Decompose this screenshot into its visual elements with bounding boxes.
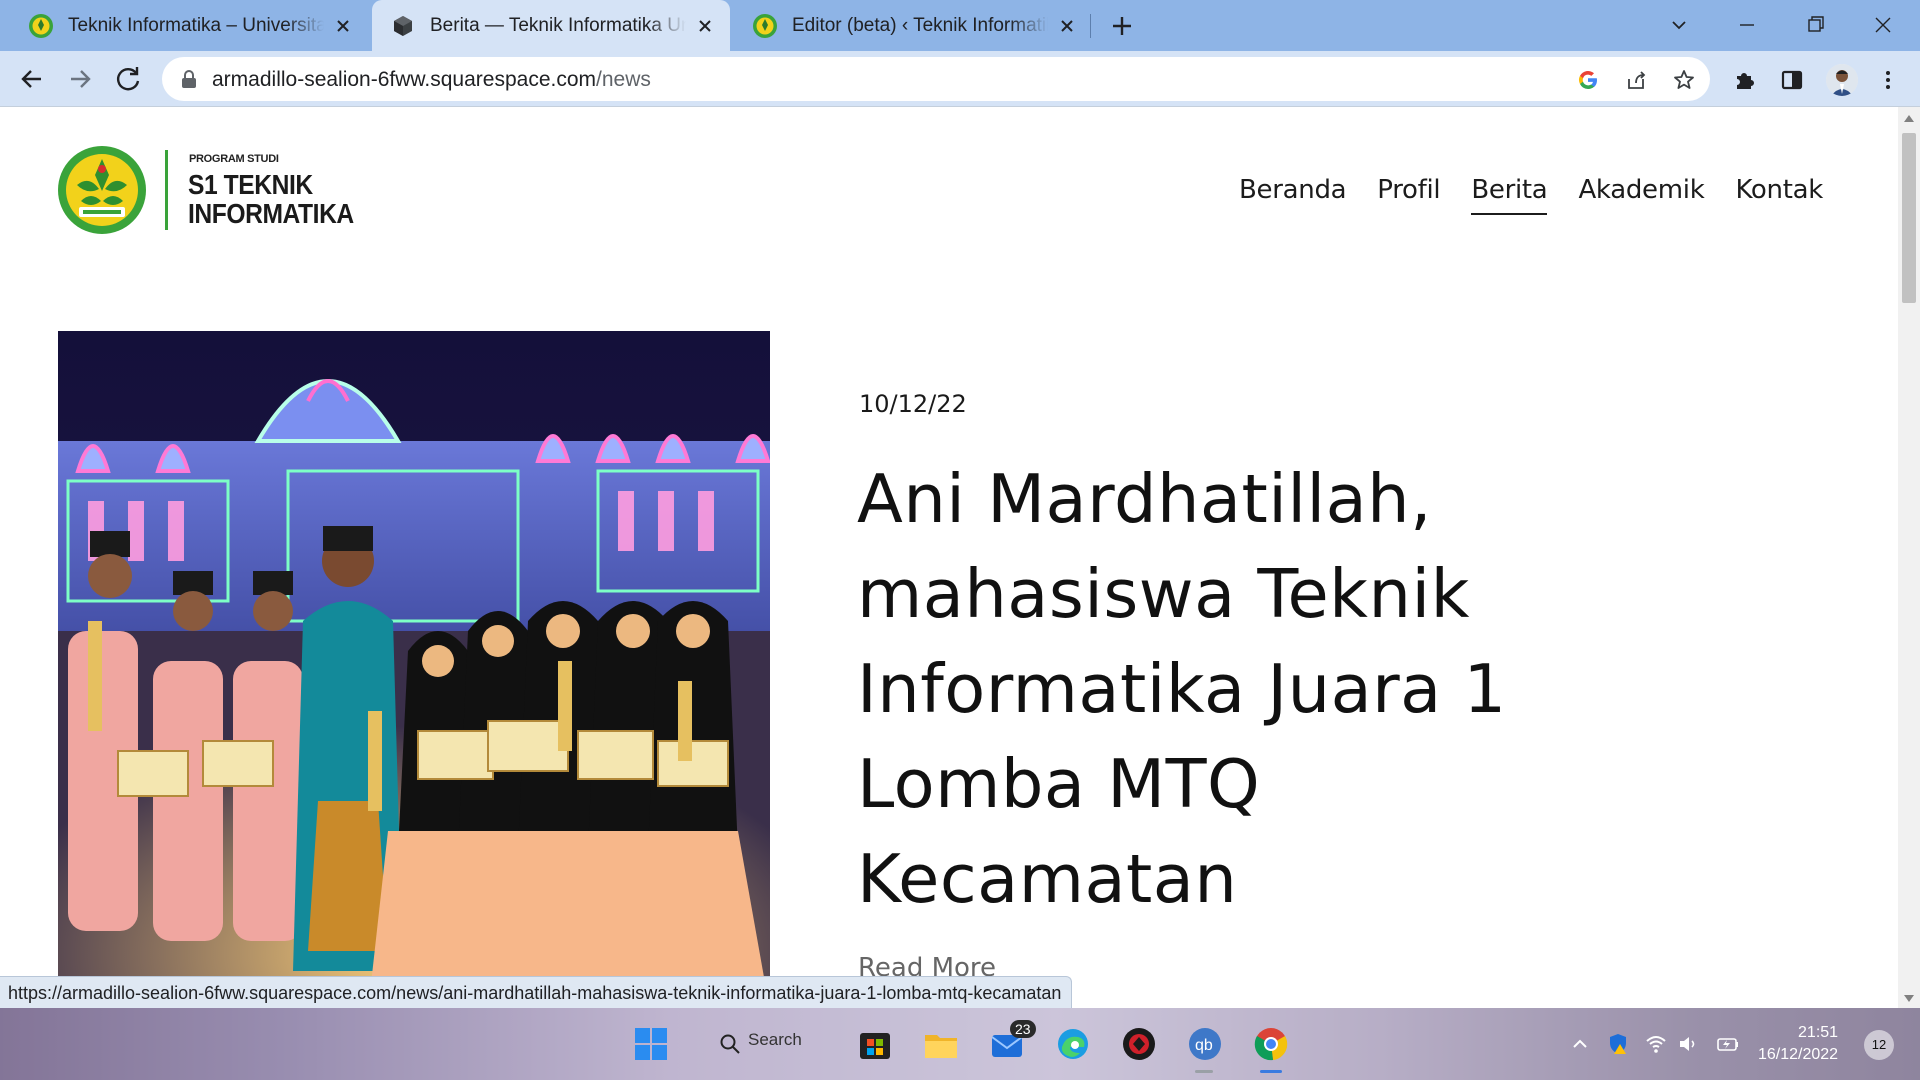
search-icon[interactable]	[718, 1032, 742, 1056]
university-emblem-icon	[753, 13, 777, 38]
side-panel-icon[interactable]	[1780, 68, 1804, 92]
tab-teknik-informatika[interactable]: Teknik Informatika – Universitas R	[10, 0, 368, 51]
taskbar-running-indicator	[1195, 1070, 1213, 1073]
tab-title: Editor (beta) ‹ Teknik Informatika	[792, 14, 1048, 36]
scrollbar-thumb[interactable]	[1902, 133, 1916, 303]
site-navigation: Beranda Profil Berita Akademik Kontak	[1239, 175, 1823, 215]
avatar-portrait-icon	[1826, 64, 1858, 96]
taskbar-clock[interactable]: 21:51 16/12/2022	[1758, 1022, 1838, 1066]
volume-icon[interactable]	[1676, 1032, 1700, 1056]
scroll-up-arrow-icon[interactable]	[1904, 115, 1914, 122]
extensions-puzzle-icon[interactable]	[1732, 68, 1756, 92]
close-icon[interactable]	[694, 15, 716, 37]
post-title[interactable]: Ani Mardhatillah, mahasiswa Teknik Infor…	[857, 452, 1597, 927]
nav-link-berita[interactable]: Berita	[1471, 175, 1548, 215]
edge-browser-icon[interactable]	[1054, 1025, 1092, 1063]
minimize-icon[interactable]	[1730, 10, 1764, 40]
url-host: armadillo-sealion-6fww.squarespace.com	[212, 68, 597, 91]
close-icon[interactable]	[1056, 15, 1078, 37]
new-tab-plus-icon[interactable]	[1104, 13, 1140, 39]
url-path: /news	[596, 68, 651, 91]
post-featured-image[interactable]	[58, 331, 770, 1008]
red-app-icon[interactable]	[1120, 1025, 1158, 1063]
scroll-down-arrow-icon[interactable]	[1904, 995, 1914, 1002]
wifi-icon[interactable]	[1644, 1032, 1668, 1056]
taskbar-background	[0, 1008, 1920, 1080]
logo-line-1: S1 TEKNIK	[188, 169, 313, 200]
university-emblem-icon	[29, 13, 53, 38]
tab-title: Teknik Informatika – Universitas R	[68, 14, 324, 36]
page-viewport: PROGRAM STUDI S1 TEKNIK INFORMATIKA Bera…	[0, 107, 1898, 1008]
browser-toolbar: armadillo-sealion-6fww.squarespace.com/n…	[0, 51, 1920, 107]
close-icon[interactable]	[332, 15, 354, 37]
tab-title: Berita — Teknik Informatika Unive	[430, 14, 686, 36]
battery-charging-icon[interactable]	[1716, 1032, 1740, 1056]
squarespace-cube-icon	[394, 15, 412, 36]
tab-strip: Teknik Informatika – Universitas R Berit…	[0, 0, 1920, 51]
google-lens-icon[interactable]	[1576, 68, 1600, 92]
security-shield-icon[interactable]	[1606, 1032, 1630, 1056]
menu-kebab-icon[interactable]	[1876, 68, 1900, 92]
clock-date: 16/12/2022	[1758, 1046, 1839, 1063]
show-hidden-icons-chevron-icon[interactable]	[1568, 1032, 1592, 1056]
mail-badge: 23	[1010, 1020, 1036, 1038]
nav-link-kontak[interactable]: Kontak	[1735, 175, 1823, 205]
lock-icon[interactable]	[180, 69, 198, 89]
profile-avatar[interactable]	[1826, 64, 1858, 96]
tab-separator	[1090, 14, 1091, 38]
address-bar[interactable]: armadillo-sealion-6fww.squarespace.com/n…	[162, 57, 1710, 101]
page-scrollbar[interactable]	[1898, 107, 1920, 1008]
taskbar-active-indicator	[1260, 1070, 1282, 1073]
post-date: 10/12/22	[859, 390, 967, 418]
link-status-bubble: https://armadillo-sealion-6fww.squarespa…	[0, 976, 1073, 1009]
nav-link-profil[interactable]: Profil	[1377, 175, 1440, 205]
logo-divider	[165, 150, 168, 230]
logo-program-label: PROGRAM STUDI	[189, 153, 279, 165]
reload-icon[interactable]	[110, 61, 146, 97]
notification-count-badge[interactable]: 12	[1864, 1030, 1894, 1060]
file-explorer-icon[interactable]	[922, 1025, 960, 1063]
microsoft-store-icon[interactable]	[856, 1025, 894, 1063]
university-logo-emblem[interactable]	[57, 145, 147, 235]
tab-berita[interactable]: Berita — Teknik Informatika Unive	[372, 0, 730, 51]
svg-text:qb: qb	[1195, 1037, 1213, 1054]
nav-link-akademik[interactable]: Akademik	[1578, 175, 1704, 205]
clock-time: 21:51	[1798, 1024, 1839, 1041]
chrome-browser-icon[interactable]	[1252, 1025, 1290, 1063]
tab-search-chevron-icon[interactable]	[1662, 10, 1696, 40]
window-close-icon[interactable]	[1866, 10, 1900, 40]
forward-arrow-icon[interactable]	[62, 61, 98, 97]
taskbar-search-label[interactable]: Search	[748, 1030, 802, 1050]
back-arrow-icon[interactable]	[14, 61, 50, 97]
tab-editor[interactable]: Editor (beta) ‹ Teknik Informatika	[734, 0, 1092, 51]
restore-icon[interactable]	[1798, 10, 1832, 40]
logo-line-2: INFORMATIKA	[188, 198, 354, 229]
windows-start-icon[interactable]	[632, 1025, 670, 1063]
qbittorrent-icon[interactable]: qb	[1186, 1025, 1224, 1063]
nav-link-beranda[interactable]: Beranda	[1239, 175, 1347, 205]
windows-taskbar: Search 23 qb 21:51 16/12/2022 12	[0, 1008, 1920, 1080]
share-icon[interactable]	[1624, 68, 1648, 92]
url-text[interactable]: armadillo-sealion-6fww.squarespace.com/n…	[212, 68, 651, 92]
bookmark-star-icon[interactable]	[1672, 68, 1696, 92]
